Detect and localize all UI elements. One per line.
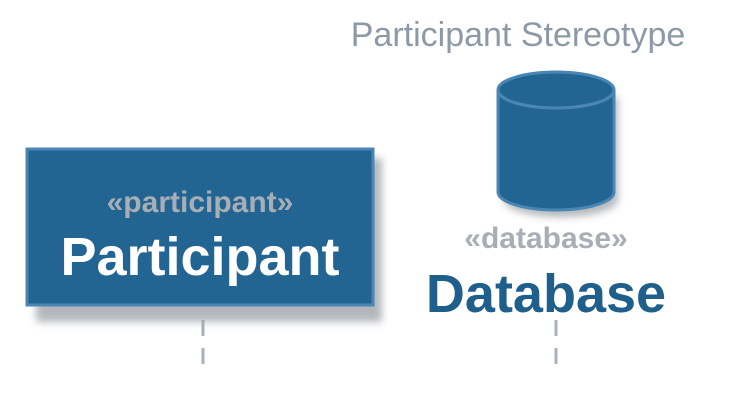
participant-stereotype: «participant»	[107, 186, 294, 219]
database-stereotype: «database»	[464, 222, 627, 255]
participant-name: Participant	[60, 227, 339, 287]
diagram-title: Participant Stereotype	[351, 16, 686, 54]
database-cylinder-icon[interactable]	[496, 70, 618, 217]
sequence-diagram: Participant Stereotype «participant» Par…	[25, 16, 686, 372]
database-name: Database	[426, 264, 666, 324]
participant-box[interactable]: «participant» Participant	[25, 147, 382, 322]
